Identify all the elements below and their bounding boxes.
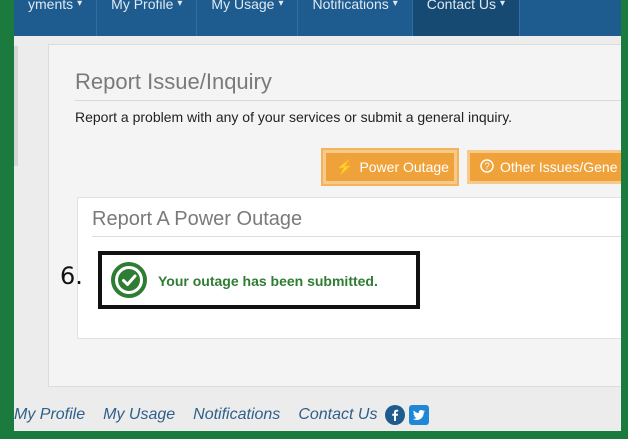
- other-issues-label: Other Issues/Gene: [500, 159, 618, 175]
- nav-contact-us-label: Contact Us: [426, 0, 497, 12]
- page-title: Report Issue/Inquiry: [75, 69, 272, 94]
- title-divider: [75, 100, 621, 101]
- top-navigation: yments ▾ My Profile ▾ My Usage ▾ Notificati…: [14, 0, 621, 36]
- question-mark-glyph: ?: [484, 161, 490, 172]
- chevron-down-icon: ▾: [500, 0, 506, 9]
- nav-payments[interactable]: yments ▾: [14, 0, 98, 36]
- facebook-icon[interactable]: [385, 405, 406, 425]
- card-divider: [92, 236, 621, 237]
- success-callout: Your outage has been submitted.: [98, 251, 420, 309]
- nav-contact-us[interactable]: Contact Us ▾: [412, 0, 521, 36]
- lightning-icon: ⚡: [336, 158, 354, 175]
- other-issues-button[interactable]: ? Other Issues/Gene: [467, 150, 621, 184]
- nav-my-profile-label: My Profile: [111, 0, 174, 12]
- screenshot-frame: yments ▾ My Profile ▾ My Usage ▾ Notificati…: [14, 0, 621, 431]
- nav-payments-label: yments: [28, 0, 74, 12]
- card-title: Report A Power Outage: [92, 208, 303, 230]
- footer-links: My Profile My Usage Notifications Contac…: [14, 400, 433, 430]
- chevron-down-icon: ▾: [278, 0, 284, 9]
- power-outage-button[interactable]: ⚡ Power Outage: [323, 150, 457, 184]
- report-issue-panel: Report Issue/Inquiry Report a problem wi…: [48, 44, 621, 387]
- power-outage-label: Power Outage: [359, 159, 449, 175]
- chevron-down-icon: ▾: [177, 0, 183, 9]
- twitter-icon[interactable]: [409, 405, 430, 425]
- nav-notifications[interactable]: Notifications ▾: [298, 0, 413, 36]
- nav-my-usage[interactable]: My Usage ▾: [197, 0, 299, 36]
- nav-my-profile[interactable]: My Profile ▾: [97, 0, 198, 36]
- nav-my-usage-label: My Usage: [211, 0, 275, 12]
- chevron-down-icon: ▾: [392, 0, 398, 9]
- checkmark-circle-icon: [111, 262, 147, 298]
- footer-link-notifications[interactable]: Notifications: [193, 406, 280, 424]
- nav-notifications-label: Notifications: [312, 0, 389, 12]
- footer-link-contact-us[interactable]: Contact Us: [298, 406, 377, 424]
- panel-description: Report a problem with any of your servic…: [75, 109, 513, 125]
- footer-link-my-usage[interactable]: My Usage: [103, 406, 175, 424]
- side-edge-tab: [14, 46, 18, 166]
- chevron-down-icon: ▾: [77, 0, 83, 9]
- footer-link-my-profile[interactable]: My Profile: [14, 406, 85, 424]
- step-number: 6.: [60, 262, 83, 290]
- success-message: Your outage has been submitted.: [158, 273, 378, 289]
- question-circle-icon: ?: [480, 158, 494, 176]
- question-circle-svg: ?: [480, 158, 494, 173]
